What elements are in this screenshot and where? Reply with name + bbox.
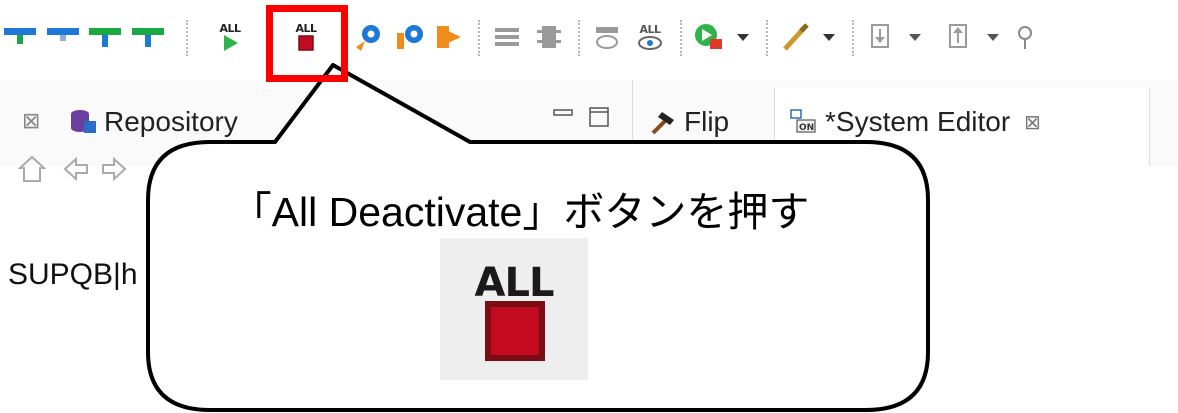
highlight-box xyxy=(266,5,348,82)
enlarged-icon-label: ALL xyxy=(474,260,555,306)
callout-instruction-text: 「All Deactivate」ボタンを押す xyxy=(230,189,810,235)
all-deactivate-enlarged-icon: ALL xyxy=(440,238,588,380)
stop-square-icon xyxy=(485,301,545,361)
